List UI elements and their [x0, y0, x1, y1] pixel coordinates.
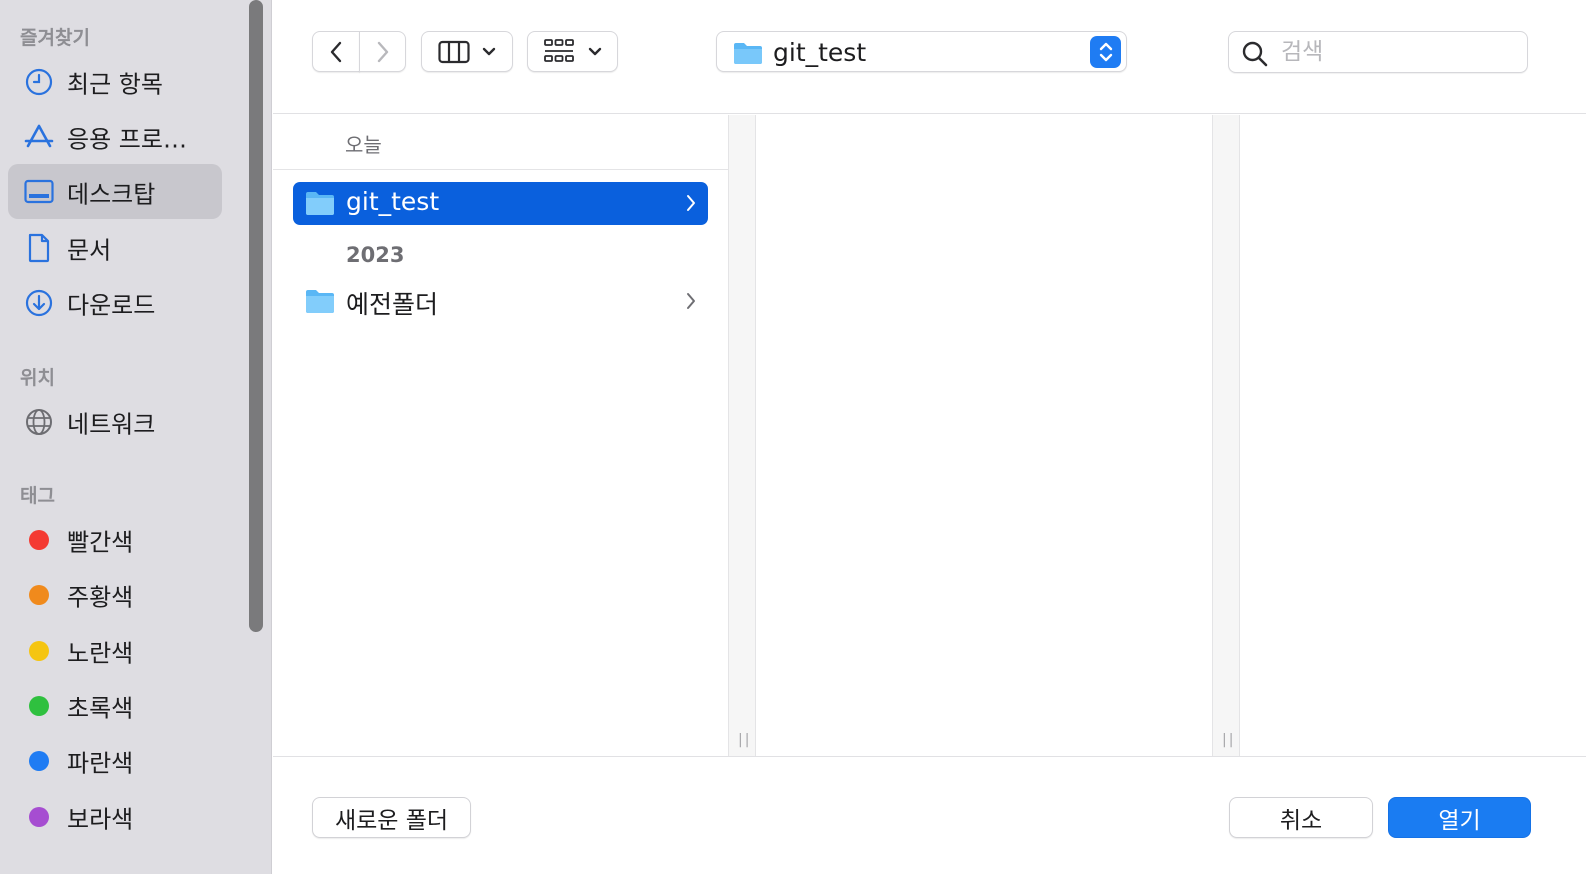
- download-icon: [24, 288, 54, 318]
- sidebar-item-label: 빨간색: [67, 528, 134, 556]
- tag-dot-icon: [29, 750, 49, 771]
- document-icon: [24, 233, 54, 263]
- sidebar-item-downloads[interactable]: 다운로드: [8, 275, 222, 330]
- stepper-icon: [1090, 36, 1121, 68]
- folder-icon: [305, 287, 335, 319]
- sidebar-tag-green[interactable]: 초록색: [8, 678, 222, 733]
- sidebar: 즐겨찾기 최근 항목 응용 프로… 데스크탑 문서 다운로드 위치 네트워크 태…: [0, 0, 272, 874]
- sidebar-tag-blue[interactable]: 파란색: [8, 733, 222, 788]
- sidebar-item-documents[interactable]: 문서: [8, 220, 222, 275]
- sidebar-item-label: 보라색: [67, 805, 134, 833]
- sidebar-item-label: 초록색: [67, 694, 134, 722]
- resize-grip-icon: ||: [1222, 732, 1236, 748]
- chevron-left-icon: [330, 41, 342, 62]
- sidebar-item-applications[interactable]: 응용 프로…: [8, 109, 222, 164]
- app-store-icon: [24, 122, 54, 152]
- dialog-footer: 새로운 폴더 취소 열기: [273, 756, 1586, 874]
- sidebar-tag-orange[interactable]: 주황색: [8, 567, 222, 622]
- browser-column-1: 오늘 git_test 2023 예전폴더: [273, 115, 728, 756]
- sidebar-item-label: 다운로드: [67, 291, 156, 319]
- sidebar-tag-red[interactable]: 빨간색: [8, 512, 222, 567]
- list-item-label: git_test: [346, 187, 440, 216]
- tag-dot-icon: [29, 584, 49, 605]
- locations-section-title: 위치: [20, 367, 55, 389]
- sidebar-item-recents[interactable]: 최근 항목: [8, 54, 222, 109]
- sidebar-item-label: 파란색: [67, 749, 134, 777]
- sidebar-item-label: 데스크탑: [67, 180, 156, 208]
- search-input[interactable]: [1281, 36, 1511, 68]
- sidebar-tag-yellow[interactable]: 노란색: [8, 623, 222, 678]
- chevron-right-icon: [377, 41, 388, 62]
- cancel-button[interactable]: 취소: [1229, 797, 1373, 838]
- path-popup-button[interactable]: git_test: [716, 31, 1127, 72]
- new-folder-button[interactable]: 새로운 폴더: [312, 797, 471, 838]
- search-icon: [1241, 40, 1269, 72]
- chevron-down-icon: [482, 47, 496, 55]
- folder-icon: [305, 189, 335, 221]
- column-browser: 오늘 git_test 2023 예전폴더 || ||: [273, 115, 1586, 756]
- folder-icon: [733, 41, 763, 69]
- back-button[interactable]: [312, 31, 360, 72]
- tag-dot-icon: [29, 695, 49, 716]
- sidebar-item-network[interactable]: 네트워크: [8, 394, 222, 449]
- sidebar-item-label: 노란색: [67, 639, 134, 667]
- column-resize-handle[interactable]: ||: [728, 115, 756, 756]
- chevron-down-icon: [588, 47, 601, 55]
- sidebar-item-label: 네트워크: [67, 410, 156, 438]
- grid-group-icon: [543, 38, 574, 62]
- sidebar-scrollbar[interactable]: [249, 0, 263, 632]
- desktop-icon: [24, 177, 54, 207]
- chevron-right-icon: [686, 292, 696, 314]
- group-divider: [273, 169, 728, 170]
- tags-section-title: 태그: [20, 485, 55, 507]
- tag-dot-icon: [29, 529, 49, 550]
- group-by-button[interactable]: [527, 31, 618, 72]
- browser-column-2: [757, 115, 1212, 756]
- sidebar-tag-purple[interactable]: 보라색: [8, 789, 222, 844]
- chevron-right-icon: [686, 194, 696, 216]
- file-open-dialog: 즐겨찾기 최근 항목 응용 프로… 데스크탑 문서 다운로드 위치 네트워크 태…: [0, 0, 1586, 874]
- favorites-section-title: 즐겨찾기: [20, 27, 90, 49]
- sidebar-item-desktop[interactable]: 데스크탑: [8, 164, 222, 219]
- resize-grip-icon: ||: [738, 732, 752, 748]
- sidebar-item-label: 응용 프로…: [67, 125, 187, 153]
- column-view-icon: [438, 40, 470, 63]
- globe-icon: [24, 407, 54, 437]
- group-header-2023: 2023: [346, 243, 405, 267]
- search-field[interactable]: [1228, 31, 1528, 73]
- list-item-old-folder[interactable]: 예전폴더: [293, 280, 708, 323]
- browser-column-3: [1241, 115, 1586, 756]
- view-mode-button[interactable]: [421, 31, 513, 72]
- clock-icon: [24, 67, 54, 97]
- column-resize-handle[interactable]: ||: [1212, 115, 1240, 756]
- open-button[interactable]: 열기: [1388, 797, 1531, 838]
- list-item-git-test[interactable]: git_test: [293, 182, 708, 225]
- sidebar-item-label: 주황색: [67, 583, 134, 611]
- sidebar-item-label: 문서: [67, 236, 112, 264]
- path-label: git_test: [773, 38, 867, 67]
- sidebar-item-label: 최근 항목: [67, 70, 163, 98]
- list-item-label: 예전폴더: [346, 290, 439, 319]
- tag-dot-icon: [29, 640, 49, 661]
- forward-button[interactable]: [359, 31, 406, 72]
- group-header-today: 오늘: [345, 133, 382, 157]
- tag-dot-icon: [29, 806, 49, 827]
